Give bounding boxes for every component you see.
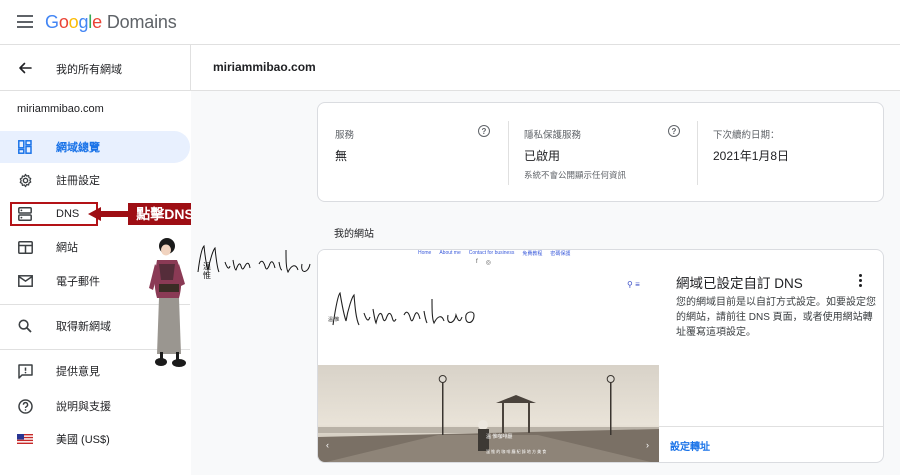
divider <box>697 121 698 185</box>
dashboard-icon <box>17 139 33 155</box>
person-illustration <box>149 238 186 367</box>
info-value: 已啟用 <box>524 149 561 163</box>
google-domains-logo[interactable]: Google Domains <box>45 12 177 33</box>
help-icon[interactable]: ? <box>478 125 490 137</box>
sidebar-item-label: 註冊設定 <box>56 175 100 187</box>
divider <box>659 426 883 427</box>
info-subtext: 系統不會公開顯示任何資訊 <box>524 170 627 180</box>
info-heading: 服務 <box>335 130 355 141</box>
info-heading: 下次續約日期： <box>713 130 780 141</box>
preview-next-arrow-icon: › <box>646 440 649 450</box>
more-vert-icon[interactable] <box>857 274 863 288</box>
handwritten-chinese: 溫 惟 <box>203 262 211 280</box>
sidebar-item-label: 取得新網域 <box>56 321 111 333</box>
logo-product-name: Domains <box>106 12 177 32</box>
preview-caption-sub: 溫 惟 的 咖 啡 廳 紀 錄 地 方 美 食 <box>486 449 547 454</box>
sidebar-item-label: 電子郵件 <box>56 276 100 288</box>
set-forwarding-link[interactable]: 設定轉址 <box>670 438 710 453</box>
section-title: 我的網站 <box>334 229 374 240</box>
feedback-icon <box>17 363 33 379</box>
preview-signature-chinese: 溫 惟 <box>328 317 340 323</box>
sidebar-item-overview[interactable]: 網域總覽 <box>0 131 190 163</box>
website-preview[interactable]: Home About me Contact for business 免費教程 … <box>318 250 659 462</box>
web-icon <box>17 239 33 255</box>
info-value: 無 <box>335 149 348 163</box>
preview-social-icons: f ◎ <box>476 259 491 266</box>
preview-search-menu-icon: ⚲ ≡ <box>627 280 640 289</box>
website-card: Home About me Contact for business 免費教程 … <box>317 249 884 463</box>
page-title: miriammibao.com <box>213 60 316 74</box>
sidebar-item-label: 網站 <box>56 242 78 254</box>
sidebar-domain-name: miriammibao.com <box>17 103 104 115</box>
help-icon <box>17 398 33 414</box>
back-arrow-icon[interactable] <box>17 60 33 76</box>
search-icon <box>17 318 33 334</box>
preview-nav: Home About me Contact for business 免費教程 … <box>418 250 571 257</box>
gear-icon <box>17 172 33 188</box>
preview-caption-title: 溫 惟咖啡廳 <box>486 434 513 440</box>
callout-arrow-icon <box>88 207 130 221</box>
info-heading: 隱私保護服務 <box>524 130 582 141</box>
sidebar-item-label: 提供意見 <box>56 366 100 378</box>
dns-highlight-box <box>10 202 98 226</box>
card-description: 您的網域目前是以自訂方式設定。如要設定您的網站，請前往 DNS 頁面，或者使用網… <box>676 297 876 338</box>
divider <box>508 121 509 185</box>
menu-icon[interactable] <box>17 15 33 28</box>
divider <box>190 45 191 91</box>
info-value: 2021年1月8日 <box>713 149 790 163</box>
sidebar-item-label: 說明與支援 <box>56 401 111 413</box>
main-content: 服務 ? 無 隱私保護服務 ? 已啟用 系統不會公開顯示任何資訊 下次續約日期：… <box>191 91 900 475</box>
sidebar-item-currency[interactable]: 美國 (US$) <box>0 423 190 455</box>
preview-prev-arrow-icon: ‹ <box>326 440 329 450</box>
us-flag-icon <box>17 431 33 447</box>
dns-status-panel: 網域已設定自訂 DNS 您的網域目前是以自訂方式設定。如要設定您的網站，請前往 … <box>659 250 883 462</box>
info-renewal: 下次續約日期： 2021年1月8日 <box>713 103 873 203</box>
breadcrumb-bar: 我的所有網域 miriammibao.com <box>0 45 900 91</box>
sidebar-item-label: 美國 (US$) <box>56 434 110 446</box>
help-icon[interactable]: ? <box>668 125 680 137</box>
info-privacy: 隱私保護服務 ? 已啟用 系統不會公開顯示任何資訊 <box>524 103 694 203</box>
top-app-bar: Google Domains <box>0 0 900 45</box>
mail-icon <box>17 273 33 289</box>
preview-signature-logo <box>332 291 475 326</box>
sidebar-item-registration-settings[interactable]: 註冊設定 <box>0 164 190 196</box>
back-to-all-domains-link[interactable]: 我的所有網域 <box>56 61 122 77</box>
facebook-icon: f <box>476 259 478 265</box>
sidebar-item-help[interactable]: 說明與支援 <box>0 390 190 422</box>
instagram-icon: ◎ <box>485 260 491 266</box>
domain-info-card: 服務 ? 無 隱私保護服務 ? 已啟用 系統不會公開顯示任何資訊 下次續約日期：… <box>317 102 884 202</box>
card-title: 網域已設定自訂 DNS <box>676 276 803 291</box>
sidebar-item-label: 網域總覽 <box>56 142 100 154</box>
info-services: 服務 ? 無 <box>335 103 510 203</box>
